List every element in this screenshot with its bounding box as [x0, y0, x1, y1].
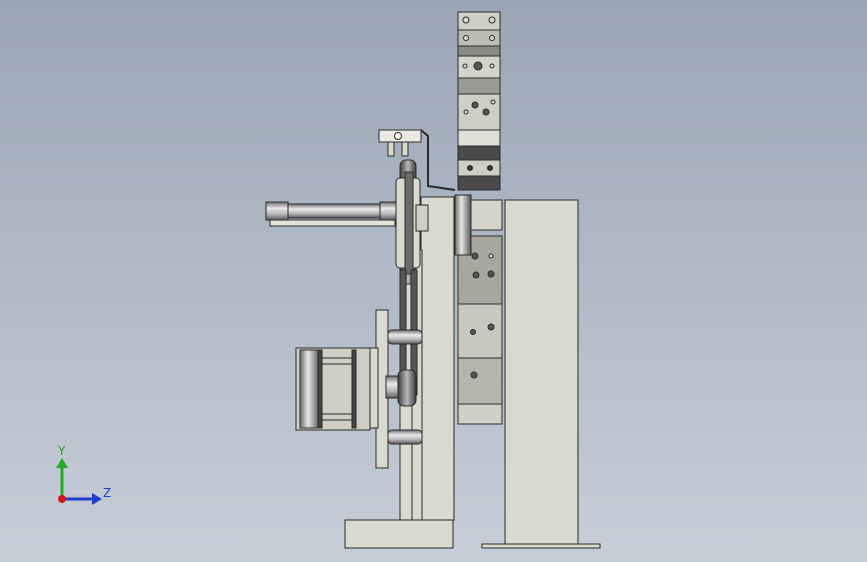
origin-dot-icon	[58, 495, 66, 503]
z-axis-arrowhead-icon	[92, 493, 102, 505]
motor-mount-plate	[367, 309, 389, 469]
y-axis-arrowhead-icon	[56, 458, 68, 468]
y-axis-label: Y	[57, 444, 66, 458]
z-axis-label: Z	[103, 486, 111, 500]
coordinate-triad: Y Z	[56, 444, 111, 505]
stepper-motor	[295, 347, 371, 431]
cad-viewport[interactable]: Y Z	[0, 0, 867, 562]
left-base-block	[344, 519, 454, 549]
model-drawing[interactable]: Y Z	[0, 0, 867, 562]
horizontal-cylinder	[265, 201, 397, 227]
slide-module-stack	[457, 11, 501, 191]
